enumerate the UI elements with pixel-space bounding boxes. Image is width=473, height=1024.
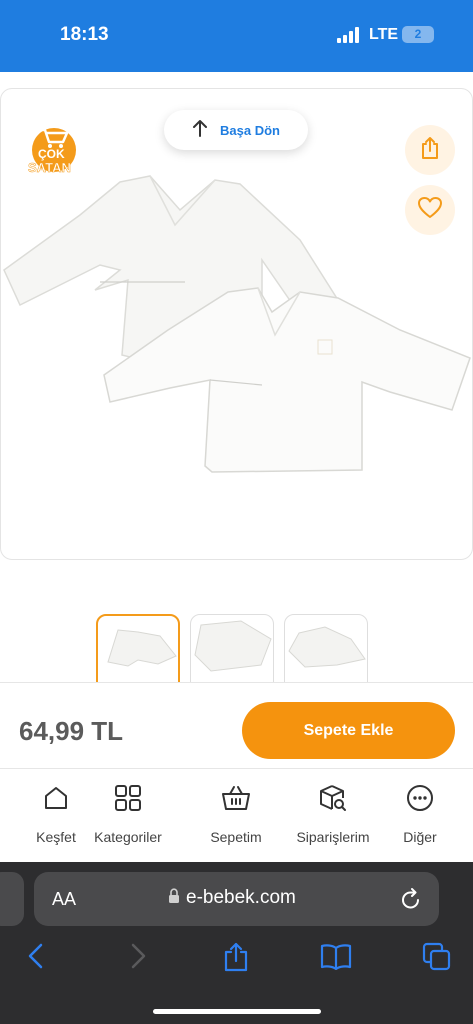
- nav-label: Sepetim: [210, 829, 262, 845]
- lock-icon: [168, 887, 180, 909]
- bottom-nav: Keşfet Kategoriler Sepetim Siparişlerim …: [0, 770, 473, 862]
- signal-icon: [337, 27, 359, 43]
- url-text: e-bebek.com: [186, 887, 296, 908]
- back-to-top-button[interactable]: Başa Dön: [164, 110, 308, 150]
- status-bar: 18:13 LTE 2: [0, 0, 473, 72]
- browser-chrome: AA e-bebek.com: [0, 862, 473, 1024]
- arrow-up-icon: [192, 119, 208, 142]
- thumbnail-1[interactable]: [96, 614, 180, 684]
- home-indicator: [153, 1009, 321, 1014]
- tabs-icon[interactable]: [422, 942, 452, 977]
- network-type: LTE: [369, 26, 399, 43]
- battery-icon: 2: [402, 26, 434, 43]
- badge-line1: ÇOK: [38, 147, 65, 161]
- back-icon[interactable]: [26, 942, 46, 975]
- nav-label: Diğer: [403, 829, 437, 845]
- grid-icon: [114, 784, 142, 817]
- nav-label: Siparişlerim: [296, 829, 370, 845]
- thumbnail-strip: [0, 614, 473, 684]
- share-icon: [419, 136, 441, 165]
- reload-icon[interactable]: [400, 887, 422, 916]
- thumbnail-2[interactable]: [190, 614, 274, 684]
- share-sheet-icon[interactable]: [222, 942, 250, 977]
- nav-label: Kategoriler: [94, 829, 162, 845]
- product-price: 64,99 TL: [19, 716, 124, 746]
- home-icon: [42, 784, 70, 817]
- price-bar: 64,99 TL Sepete Ekle: [0, 682, 473, 769]
- previous-tab-preview[interactable]: [0, 872, 24, 926]
- nav-item-kategoriler[interactable]: Kategoriler: [76, 784, 180, 845]
- nav-item-kesfet[interactable]: Keşfet: [34, 784, 78, 845]
- status-time: 18:13: [60, 24, 109, 45]
- back-to-top-label: Başa Dön: [220, 122, 280, 138]
- nav-item-siparislerim[interactable]: Siparişlerim: [288, 784, 378, 845]
- more-icon: [406, 784, 434, 817]
- text-size-button[interactable]: AA: [52, 889, 76, 910]
- basket-icon: [221, 784, 251, 817]
- text-size-label: AA: [52, 889, 77, 909]
- thumbnail-3[interactable]: [284, 614, 368, 684]
- product-image[interactable]: [0, 170, 473, 480]
- nav-item-diger[interactable]: Diğer: [396, 784, 444, 845]
- add-to-cart-button[interactable]: Sepete Ekle: [242, 702, 455, 759]
- nav-item-sepetim[interactable]: Sepetim: [200, 784, 272, 845]
- box-search-icon: [318, 784, 348, 817]
- address-bar[interactable]: AA e-bebek.com: [34, 872, 439, 926]
- forward-icon[interactable]: [128, 942, 148, 975]
- share-button[interactable]: [405, 125, 455, 175]
- nav-label: Keşfet: [36, 829, 76, 845]
- bookmarks-icon[interactable]: [320, 942, 352, 975]
